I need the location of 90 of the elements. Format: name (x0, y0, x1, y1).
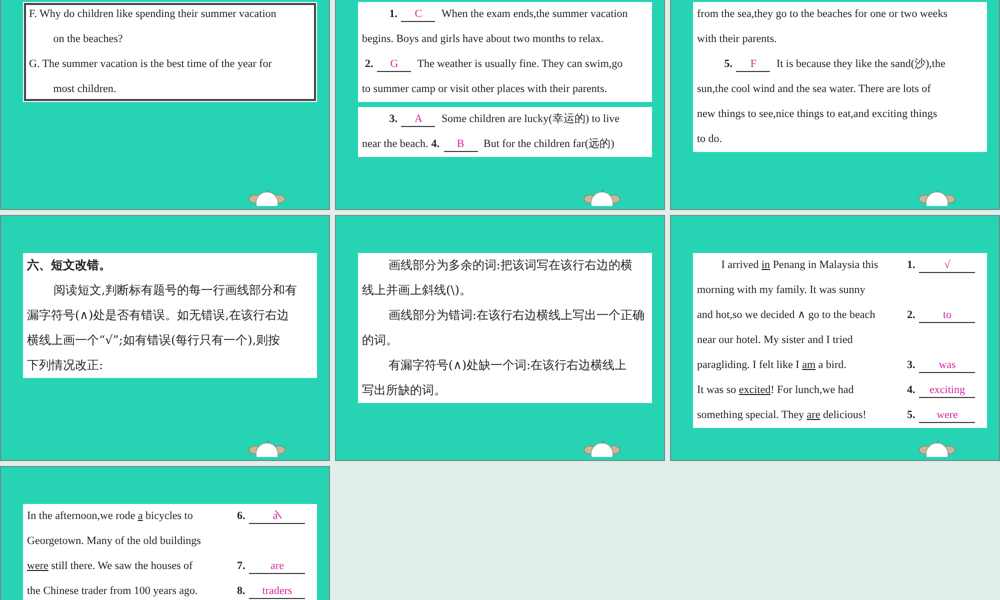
passage-text: still there. We saw the houses of (50, 560, 193, 572)
passage-text: F. Why do children like spending their summer vacation (29, 8, 276, 20)
mascot-drawing (918, 189, 956, 206)
question-number: 7. (237, 559, 246, 574)
question-number: 2. (907, 308, 916, 323)
instruction-text: 画线部分为错词:在该行右边横线上写出一个正确 (388, 308, 644, 322)
slide-thumbnail[interactable] (335, 0, 665, 210)
passage-text: to summer camp or visit other places with their parents. (362, 83, 607, 95)
passage-text: and hot,so we decided ∧ go to the beach (697, 309, 876, 321)
question-number: 8. (237, 584, 246, 599)
question-number: 3. (389, 113, 398, 125)
question-number: 1. (389, 8, 398, 20)
fill-in-line: F (736, 57, 770, 72)
passage-text: on the beaches? (53, 33, 123, 45)
slide-thumbnail[interactable]: 六、短文改错。 阅读短文,判断标有题号的每一行画线部分和有 漏字符号(∧)处是否有错误。如无错误,在该行右边 横线上画一个“√”;如有错误(每行只有一个),则按 下列情况改正: (0, 215, 330, 461)
passage-text: from the sea,they go to the beaches for one or two weeks (697, 8, 948, 20)
mascot-drawing (583, 189, 621, 206)
passage-text: sun,the cool wind and the sea water. There are lots of (697, 83, 931, 95)
slide-thumbnail[interactable] (670, 215, 1000, 461)
passage-text: a bird. (817, 359, 846, 371)
passage-text: morning with my family. It was sunny (697, 284, 866, 296)
instruction-text: 漏字符号(∧)处是否有错误。如无错误,在该行右边 (27, 308, 289, 322)
passage-text: The weather is usually fine. They can swim,go (417, 58, 623, 70)
mascot-drawing (918, 440, 956, 457)
instruction-text: 阅读短文,判断标有题号的每一行画线部分和有 (53, 283, 298, 297)
slash-mark (274, 510, 282, 519)
passage-text: the Chinese trader from 100 years ago. (27, 585, 198, 597)
passage-text: begins. Boys and girls have about two months to relax. (362, 33, 604, 45)
fill-in-line: C (401, 7, 436, 22)
question-number: 2. (365, 58, 374, 70)
instruction-text: 线上并画上斜线(\)。 (362, 283, 472, 297)
question-number: 4. (431, 138, 440, 150)
passage-text: Some children are lucky(幸运的) to live (441, 113, 620, 125)
underlined-word: excited (738, 384, 771, 396)
passage-text: paragliding. I felt like I (697, 359, 800, 371)
passage-text: G. The summer vacation is the best time of the year for (29, 58, 272, 70)
instruction-text: 写出所缺的词。 (362, 383, 446, 397)
fill-in-line: to (919, 308, 976, 323)
instruction-text: 的词。 (362, 333, 398, 347)
fill-in-line: B (444, 137, 478, 152)
mascot-drawing (248, 189, 286, 206)
fill-in-line: exciting (919, 383, 976, 398)
passage-text: something special. They (697, 409, 806, 421)
fill-in-line: G (377, 57, 412, 72)
question-number: 5. (907, 408, 916, 423)
underlined-word: were (27, 560, 48, 572)
passage-text: most children. (53, 83, 116, 95)
instruction-text: 有漏字符号(∧)处缺一个词:在该行右边横线上 (388, 358, 627, 372)
instruction-text: 下列情况改正: (27, 358, 104, 372)
passage-text: to do. (697, 133, 722, 145)
passage-text: new things to see,nice things to eat,and exciting things (697, 108, 938, 120)
fill-in-line: √ (919, 258, 976, 273)
question-number: 3. (907, 358, 916, 373)
slide-thumbnail[interactable]: 画线部分为多余的词:把该词写在该行右边的横 线上并画上斜线(\)。 画线部分为错词:在该行右边横线上写出一个正确 的词。 有漏字符号(∧)处缺一个词:在该行右边横线上 写出所缺的词。 (335, 215, 665, 461)
underlined-word: am (802, 359, 816, 371)
passage-text: near our hotel. My sister and I tried (697, 334, 853, 346)
question-number: 1. (907, 258, 916, 273)
slide-thumbnail[interactable]: F. Why do children like spending their summer vacation on the beaches? G. The summer vacation is the best time of the year for most children. (0, 0, 330, 210)
fill-in-line: was (919, 358, 976, 373)
passage-text: When the exam ends,the summer vacation (441, 8, 628, 20)
instruction-text: 画线部分为多余的词:把该词写在该行右边的横 (388, 258, 632, 272)
passage-text: I arrived (721, 259, 760, 271)
mascot-drawing (248, 440, 286, 457)
passage-text: Georgetown. Many of the old buildings (27, 535, 201, 547)
question-number: 6. (237, 509, 246, 524)
passage-text: In the afternoon,we rode (27, 510, 136, 522)
fill-in-line: traders (249, 584, 306, 599)
slide-thumbnail[interactable] (670, 0, 1000, 210)
passage-text: bicycles to (144, 510, 193, 522)
underlined-word: are (806, 409, 820, 421)
mascot-drawing (583, 440, 621, 457)
passage-text: ! For lunch,we had (770, 384, 854, 396)
fill-in-line: a (249, 509, 306, 524)
fill-in-line: A (401, 112, 436, 127)
instruction-text: 横线上画一个“√”;如有错误(每行只有一个),则按 (27, 333, 280, 347)
fill-in-line: are (249, 559, 306, 574)
passage-text: It was so (697, 384, 738, 396)
passage-text: Penang in Malaysia this (772, 259, 878, 271)
slide-thumbnail[interactable]: In the afternoon,we rode a bicycles to 6. a Georgetown. Many of the old buildings were still there. We saw the houses of 7. are the Chinese trader from 100 years ago. 8. traders (0, 466, 330, 600)
passage-text: with their parents. (697, 33, 777, 45)
underlined-word: a (138, 510, 143, 522)
underlined-word: in (762, 259, 770, 271)
question-number: 4. (907, 383, 916, 398)
fill-in-line: were (919, 408, 976, 423)
section-heading: 六、短文改错。 (27, 258, 111, 272)
passage-text: It is because they like the sand(沙),the (776, 58, 946, 70)
passage-text: near the beach. (362, 138, 428, 150)
passage-text: delicious! (822, 409, 866, 421)
question-number: 5. (724, 58, 732, 70)
passage-text: But for the children far(远的) (484, 138, 614, 150)
